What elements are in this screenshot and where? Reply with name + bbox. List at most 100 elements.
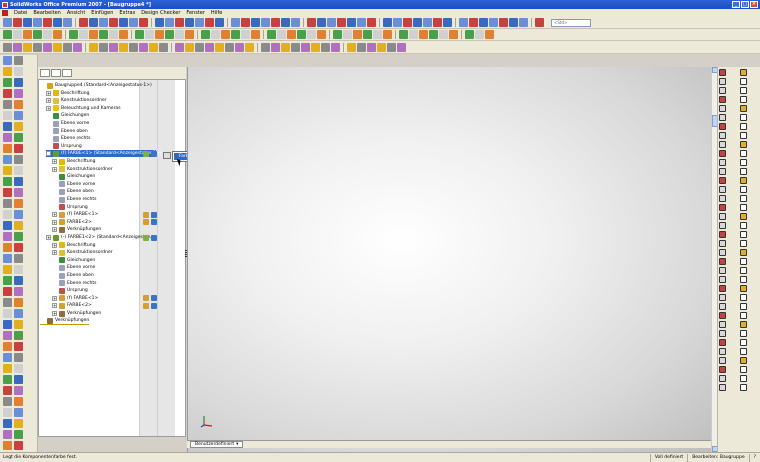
toolbar-button-icon[interactable] xyxy=(3,30,12,39)
status-help-icon[interactable]: ? xyxy=(748,453,760,462)
toolbar-button-icon[interactable] xyxy=(165,30,174,39)
panel-splitter[interactable] xyxy=(185,250,187,258)
sketch-tool-icon[interactable] xyxy=(719,105,726,112)
tree-item[interactable]: Ebene rechts xyxy=(46,135,90,142)
toolbar-button-icon[interactable] xyxy=(297,30,306,39)
command-icon[interactable] xyxy=(14,254,23,263)
sketch-tool-icon[interactable] xyxy=(719,258,726,265)
sketch-tool-icon[interactable] xyxy=(740,321,747,328)
tree-status-icon[interactable] xyxy=(143,211,149,218)
toolbar-button-icon[interactable] xyxy=(109,30,118,39)
command-icon[interactable] xyxy=(3,364,12,373)
toolbar-button-icon[interactable] xyxy=(331,42,340,52)
toolbar-button-icon[interactable] xyxy=(185,42,194,52)
sketch-tool-icon[interactable] xyxy=(740,330,747,337)
command-icon[interactable] xyxy=(14,56,23,65)
command-icon[interactable] xyxy=(14,386,23,395)
sketch-tool-icon[interactable] xyxy=(719,375,726,382)
sketch-tool-icon[interactable] xyxy=(740,114,747,121)
command-icon[interactable] xyxy=(3,111,12,120)
toolbar-button-icon[interactable] xyxy=(465,30,474,39)
command-icon[interactable] xyxy=(3,166,12,175)
command-icon[interactable] xyxy=(3,100,12,109)
menu-datei[interactable]: Datei xyxy=(14,10,27,16)
command-icon[interactable] xyxy=(3,56,12,65)
style-combo[interactable]: <Std> xyxy=(551,18,591,27)
sketch-tool-icon[interactable] xyxy=(719,186,726,193)
toolbar-button-icon[interactable] xyxy=(13,42,22,52)
command-icon[interactable] xyxy=(3,430,12,439)
sketch-tool-icon[interactable] xyxy=(740,240,747,247)
toolbar-button-icon[interactable] xyxy=(307,18,316,27)
toolbar-button-icon[interactable] xyxy=(175,42,184,52)
toolbar-button-icon[interactable] xyxy=(383,18,392,27)
toolbar-button-icon[interactable] xyxy=(129,18,138,27)
tree-item[interactable]: Ursprung xyxy=(52,204,88,211)
tree-status-icon[interactable] xyxy=(151,234,157,241)
command-icon[interactable] xyxy=(14,342,23,351)
toolbar-button-icon[interactable] xyxy=(155,30,164,39)
command-icon[interactable] xyxy=(14,67,23,76)
toolbar-button-icon[interactable] xyxy=(185,18,194,27)
sketch-tool-icon[interactable] xyxy=(719,339,726,346)
command-icon[interactable] xyxy=(3,309,12,318)
toolbar-button-icon[interactable] xyxy=(33,18,42,27)
toolbar-button-icon[interactable] xyxy=(73,42,82,52)
toolbar-button-icon[interactable] xyxy=(235,42,244,52)
sketch-tool-icon[interactable] xyxy=(740,123,747,130)
toolbar-button-icon[interactable] xyxy=(287,30,296,39)
toolbar-button-icon[interactable] xyxy=(13,30,22,39)
toolbar-button-icon[interactable] xyxy=(69,30,78,39)
expand-icon[interactable]: + xyxy=(52,219,57,225)
command-icon[interactable] xyxy=(3,265,12,274)
toolbar-button-icon[interactable] xyxy=(271,42,280,52)
sketch-tool-icon[interactable] xyxy=(740,150,747,157)
sketch-tool-icon[interactable] xyxy=(719,276,726,283)
sketch-tool-icon[interactable] xyxy=(719,249,726,256)
sketch-tool-icon[interactable] xyxy=(719,321,726,328)
toolbar-button-icon[interactable] xyxy=(221,30,230,39)
sketch-tool-icon[interactable] xyxy=(719,195,726,202)
command-icon[interactable] xyxy=(14,276,23,285)
menu-hilfe[interactable]: Hilfe xyxy=(211,10,222,16)
expand-icon[interactable]: + xyxy=(52,242,57,248)
tree-status-icon[interactable] xyxy=(143,295,149,302)
command-icon[interactable] xyxy=(3,441,12,450)
toolbar-button-icon[interactable] xyxy=(43,42,52,52)
toolbar-button-icon[interactable] xyxy=(245,42,254,52)
toolbar-button-icon[interactable] xyxy=(23,42,32,52)
toolbar-button-icon[interactable] xyxy=(433,18,442,27)
toolbar-button-icon[interactable] xyxy=(281,42,290,52)
sketch-tool-icon[interactable] xyxy=(719,96,726,103)
toolbar-button-icon[interactable] xyxy=(145,30,154,39)
command-icon[interactable] xyxy=(14,430,23,439)
command-icon[interactable] xyxy=(3,89,12,98)
tree-item[interactable]: Ebene rechts xyxy=(52,280,96,287)
sketch-tool-icon[interactable] xyxy=(719,132,726,139)
expand-icon[interactable]: + xyxy=(46,90,51,96)
sketch-tool-icon[interactable] xyxy=(740,204,747,211)
toolbar-button-icon[interactable] xyxy=(185,30,194,39)
command-icon[interactable] xyxy=(14,166,23,175)
command-icon[interactable] xyxy=(14,265,23,274)
sketch-tool-icon[interactable] xyxy=(740,159,747,166)
command-icon[interactable] xyxy=(14,221,23,230)
command-icon[interactable] xyxy=(3,397,12,406)
toolbar-button-icon[interactable] xyxy=(99,42,108,52)
tree-item[interactable]: + (f) FARBE<1> xyxy=(52,211,98,218)
tree-item[interactable]: + (f) FARBE<1> xyxy=(52,295,98,302)
sketch-tool-icon[interactable] xyxy=(740,258,747,265)
tree-status-icon[interactable] xyxy=(143,234,149,241)
toolbar-button-icon[interactable] xyxy=(327,18,336,27)
command-icon[interactable] xyxy=(3,320,12,329)
toolbar-button-icon[interactable] xyxy=(109,18,118,27)
toolbar-button-icon[interactable] xyxy=(129,42,138,52)
sketch-tool-icon[interactable] xyxy=(719,168,726,175)
expand-icon[interactable]: + xyxy=(46,105,51,111)
toolbar-button-icon[interactable] xyxy=(261,18,270,27)
sketch-tool-icon[interactable] xyxy=(740,267,747,274)
tab-propertymanager[interactable] xyxy=(51,69,61,77)
toolbar-button-icon[interactable] xyxy=(357,42,366,52)
sketch-tool-icon[interactable] xyxy=(719,159,726,166)
tab-featuremanager[interactable] xyxy=(40,69,50,77)
